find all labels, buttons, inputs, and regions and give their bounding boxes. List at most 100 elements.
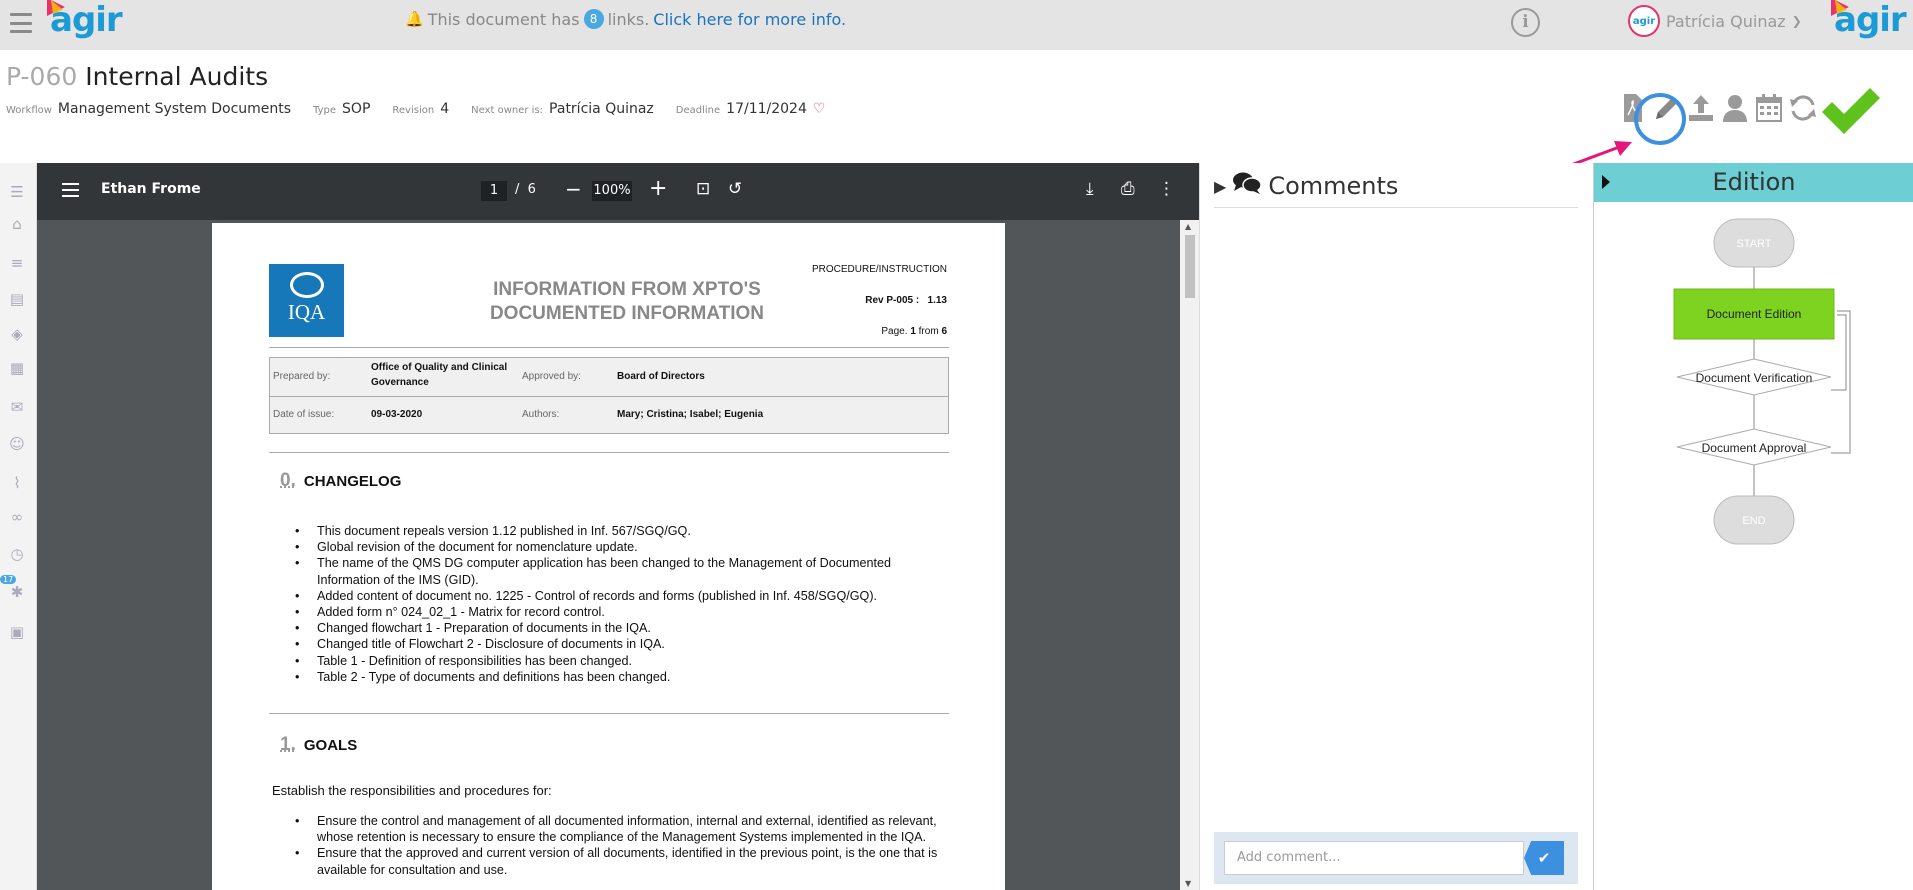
- pdf-menu-icon[interactable]: [62, 183, 79, 197]
- edit-highlight-circle: [1634, 93, 1686, 145]
- document-icon[interactable]: ▤: [6, 288, 28, 310]
- tag-icon[interactable]: ◈: [6, 323, 28, 345]
- pdf-toolbar: Ethan Frome 1 / 6 − 100% + ⊡ ↺ ⤓ ⎙ ⋮: [37, 163, 1199, 220]
- type-value: SOP: [342, 101, 370, 117]
- add-comment-input[interactable]: Add comment...: [1224, 841, 1524, 875]
- menu-icon[interactable]: ☰: [6, 181, 28, 203]
- flow-start-label: START: [1736, 238, 1771, 250]
- info-icon[interactable]: i: [1511, 8, 1540, 37]
- zoom-out-icon[interactable]: −: [565, 177, 582, 201]
- pdf-info-table: Prepared by: Office of Quality and Clini…: [269, 357, 949, 434]
- user-menu[interactable]: agir Patrícia Quinaz ❯: [1628, 5, 1802, 37]
- approved-label: Approved by:: [522, 371, 581, 382]
- caret-right-icon[interactable]: ▶: [1214, 177, 1226, 196]
- chevron-down-icon: ❯: [1792, 14, 1802, 28]
- list-icon[interactable]: ≡: [6, 252, 28, 274]
- pdf-page-info: Page. 1 from 6: [881, 326, 947, 337]
- changelog-list: This document repeals version 1.12 publi…: [317, 523, 949, 685]
- comment-composer: Add comment... ✔: [1214, 832, 1578, 884]
- more-info-link[interactable]: Click here for more info.: [653, 10, 846, 29]
- section-goals: 1. GOALS: [280, 734, 357, 756]
- flow-end-label: END: [1742, 515, 1765, 527]
- home-icon[interactable]: ⌂: [6, 213, 28, 235]
- goals-list: Ensure the control and management of all…: [317, 813, 949, 878]
- print-icon[interactable]: ▦: [6, 357, 28, 379]
- user-icon[interactable]: [1720, 88, 1750, 128]
- agir-logo[interactable]: agir: [50, 0, 122, 40]
- users-icon[interactable]: ☺: [6, 433, 28, 455]
- refresh-icon[interactable]: [1788, 88, 1818, 128]
- document-code: P-060: [6, 62, 77, 91]
- link-icon[interactable]: ∞: [6, 506, 28, 528]
- prepared-value-2: Governance: [371, 377, 429, 388]
- iqa-logo: IQA: [269, 264, 344, 337]
- accessibility-icon[interactable]: ✱: [6, 581, 28, 603]
- date-label: Date of issue:: [273, 409, 334, 420]
- more-options-icon[interactable]: ⋮: [1158, 179, 1175, 199]
- prepared-value: Office of Quality and Clinical: [371, 362, 507, 373]
- list-item: Table 1 - Definition of responsibilities…: [317, 653, 949, 669]
- revision-value: 4: [440, 101, 449, 117]
- list-item: Global revision of the document for nome…: [317, 539, 949, 555]
- scroll-down-icon[interactable]: ▼: [1185, 879, 1191, 888]
- scroll-up-icon[interactable]: ▲: [1185, 222, 1191, 231]
- revision-label: Revision: [392, 105, 434, 116]
- rotate-icon[interactable]: ↺: [728, 179, 742, 199]
- scroll-thumb[interactable]: [1185, 235, 1195, 298]
- type-label: Type: [313, 105, 336, 116]
- authors-label: Authors:: [522, 409, 559, 420]
- comments-header[interactable]: ▶ Comments: [1214, 171, 1398, 201]
- upload-icon[interactable]: [1686, 88, 1716, 128]
- pdf-scrollbar[interactable]: ▲ ▼: [1180, 220, 1199, 890]
- workflow-value: Management System Documents: [58, 101, 291, 117]
- clock-icon[interactable]: ◷: [6, 543, 28, 565]
- prepared-label: Prepared by:: [273, 371, 330, 382]
- goals-intro: Establish the responsibilities and proce…: [272, 783, 552, 798]
- zoom-in-icon[interactable]: +: [649, 176, 667, 201]
- document-title: Internal Audits: [85, 62, 268, 91]
- download-icon[interactable]: ⤓: [1086, 179, 1094, 199]
- workflow-diagram: START Document Edition Document Verifica…: [1594, 163, 1913, 563]
- heart-icon[interactable]: ♡: [813, 101, 826, 117]
- pdf-page: IQA INFORMATION FROM XPTO'S DOCUMENTED I…: [212, 223, 1005, 890]
- document-meta: Workflow Management System Documents Typ…: [6, 101, 825, 117]
- comments-title: Comments: [1268, 172, 1398, 200]
- avatar: agir: [1628, 5, 1660, 37]
- list-item: The name of the QMS DG computer applicat…: [317, 555, 949, 587]
- print-icon[interactable]: ⎙: [1121, 179, 1135, 199]
- links-notice: 🔔 This document has 8 links. Click here …: [405, 9, 846, 29]
- menu-icon[interactable]: [10, 13, 32, 33]
- edition-panel: Edition START Document Edition Document …: [1593, 163, 1913, 890]
- flow-step-approval-label: Document Approval: [1702, 441, 1807, 455]
- briefcase-icon[interactable]: ▣: [6, 621, 28, 643]
- list-item: Table 2 - Type of documents and definiti…: [317, 669, 949, 685]
- list-item: Changed flowchart 1 - Preparation of doc…: [317, 620, 949, 636]
- divider: [269, 713, 949, 714]
- pdf-heading: INFORMATION FROM XPTO'S DOCUMENTED INFOR…: [437, 278, 817, 326]
- send-comment-button[interactable]: ✔: [1524, 841, 1564, 875]
- divider: [269, 452, 949, 453]
- agir-logo-right: agir: [1834, 0, 1906, 40]
- pdf-viewer: Ethan Frome 1 / 6 − 100% + ⊡ ↺ ⤓ ⎙ ⋮ IQA…: [37, 163, 1199, 890]
- mail-icon[interactable]: ✉: [6, 396, 28, 418]
- divider: [269, 347, 949, 348]
- pdf-title: Ethan Frome: [101, 181, 201, 197]
- list-item: Changed title of Flowchart 2 - Disclosur…: [317, 636, 949, 652]
- notice-text-post: links.: [608, 10, 650, 29]
- page-number-input[interactable]: 1: [481, 181, 507, 201]
- pdf-doc-type: PROCEDURE/INSTRUCTION: [812, 264, 947, 275]
- page-title: P-060 Internal Audits: [6, 62, 268, 91]
- calendar-icon[interactable]: [1754, 88, 1784, 128]
- left-sidebar: ☰ ⌂ ≡ ▤ ◈ ▦ ✉ ☺ ⌇ ∞ ◷ ✱ 17 ▣: [0, 163, 37, 890]
- date-value: 09-03-2020: [371, 409, 422, 420]
- comments-icon: [1232, 171, 1262, 201]
- fit-page-icon[interactable]: ⊡: [696, 179, 710, 199]
- comments-panel: ▶ Comments Add comment... ✔: [1199, 163, 1593, 890]
- list-item: Ensure the control and management of all…: [317, 813, 949, 845]
- list-item: Added form n° 024_02_1 - Matrix for reco…: [317, 604, 949, 620]
- paperclip-icon[interactable]: ⌇: [6, 472, 28, 494]
- flow-step-edition-label: Document Edition: [1707, 307, 1802, 321]
- zoom-input[interactable]: 100%: [592, 181, 632, 201]
- approve-check-icon[interactable]: [1818, 86, 1882, 146]
- pdf-revision: Rev P-005 : 1.13: [865, 295, 947, 306]
